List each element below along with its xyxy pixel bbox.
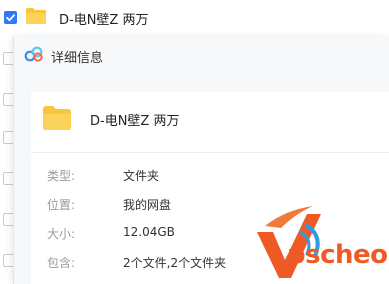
panel-header: 详细信息 bbox=[14, 36, 389, 74]
file-name[interactable]: D-电N壁Z 两万 bbox=[59, 9, 148, 28]
info-value: 2个文件,2个文件夹 bbox=[123, 256, 227, 270]
item-name: D-电N壁Z 两万 bbox=[90, 114, 180, 129]
info-value: 12.04GB bbox=[123, 225, 175, 239]
info-value: 文件夹 bbox=[123, 169, 160, 183]
folder-icon bbox=[43, 106, 71, 130]
panel-title: 详细信息 bbox=[51, 51, 104, 66]
info-row-type: 类型: 文件夹 bbox=[31, 164, 389, 186]
baidu-netdisk-cloud-icon bbox=[24, 46, 43, 62]
info-row-location: 位置: 我的网盘 bbox=[31, 193, 389, 215]
watermark-text: pscheo bbox=[287, 240, 388, 270]
folder-icon bbox=[26, 8, 46, 24]
file-row-selected[interactable]: D-电N壁Z 两万 bbox=[0, 0, 389, 36]
info-label: 类型: bbox=[47, 169, 76, 183]
info-value[interactable]: 我的网盘 bbox=[123, 196, 171, 213]
info-label: 大小: bbox=[47, 227, 76, 241]
divider bbox=[31, 152, 389, 153]
row-checkbox[interactable] bbox=[4, 11, 17, 24]
info-label: 包含: bbox=[47, 256, 76, 270]
info-label: 位置: bbox=[47, 198, 76, 212]
